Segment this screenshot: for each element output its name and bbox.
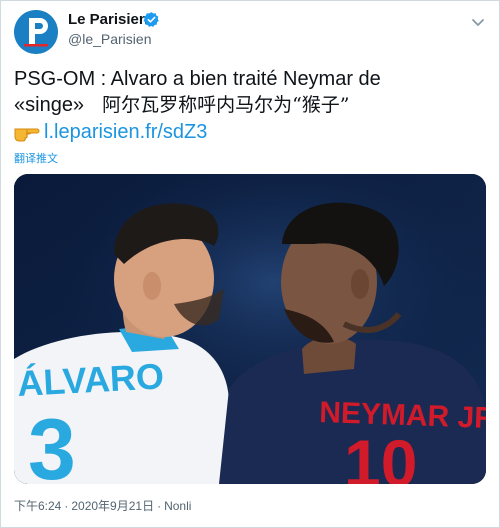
tweet-text: PSG-OM : Alvaro a bien traité Neymar de …: [14, 66, 486, 145]
tweet-source[interactable]: Nonli: [164, 499, 191, 513]
account-name[interactable]: Le Parisien: [68, 11, 148, 28]
tweet-text-line-2: «singe» 阿尔瓦罗称呼内马尔为“猴子”: [14, 92, 486, 118]
translate-tweet-link[interactable]: 翻译推文: [14, 150, 58, 166]
tweet-meta: 下午6:24 · 2020年9月21日 · Nonli: [14, 497, 194, 514]
left-player-shirt-name: ÁLVARO: [16, 355, 165, 404]
tweet-text-line-1: PSG-OM : Alvaro a bien traité Neymar de: [14, 68, 381, 90]
tweet-chinese-translation: 阿尔瓦罗称呼内马尔为“猴子”: [102, 94, 350, 116]
photo-illustration: ÁLVARO 3 NEYMAR JR 10: [14, 174, 486, 484]
pointing-hand-icon: [14, 128, 40, 142]
meta-separator: ·: [64, 499, 69, 513]
tweet-link[interactable]: l.leparisien.fr/sdZ3: [44, 121, 207, 143]
account-handle[interactable]: @le_Parisien: [68, 31, 151, 47]
tweet-quote: «singe»: [14, 94, 85, 116]
left-player-shirt-number: 3: [28, 402, 76, 484]
tweet-date[interactable]: 2020年9月21日: [71, 499, 154, 513]
tweet-photo[interactable]: ÁLVARO 3 NEYMAR JR 10: [14, 174, 486, 484]
le-parisien-logo-icon: [14, 10, 58, 54]
meta-separator: ·: [157, 499, 162, 513]
chevron-down-icon[interactable]: [470, 14, 486, 30]
right-player-shirt-number: 10: [344, 426, 417, 484]
tweet-time[interactable]: 下午6:24: [14, 499, 61, 513]
verified-badge-icon: [143, 12, 159, 27]
tweet-link-line: l.leparisien.fr/sdZ3: [14, 119, 486, 145]
avatar[interactable]: [14, 10, 58, 54]
